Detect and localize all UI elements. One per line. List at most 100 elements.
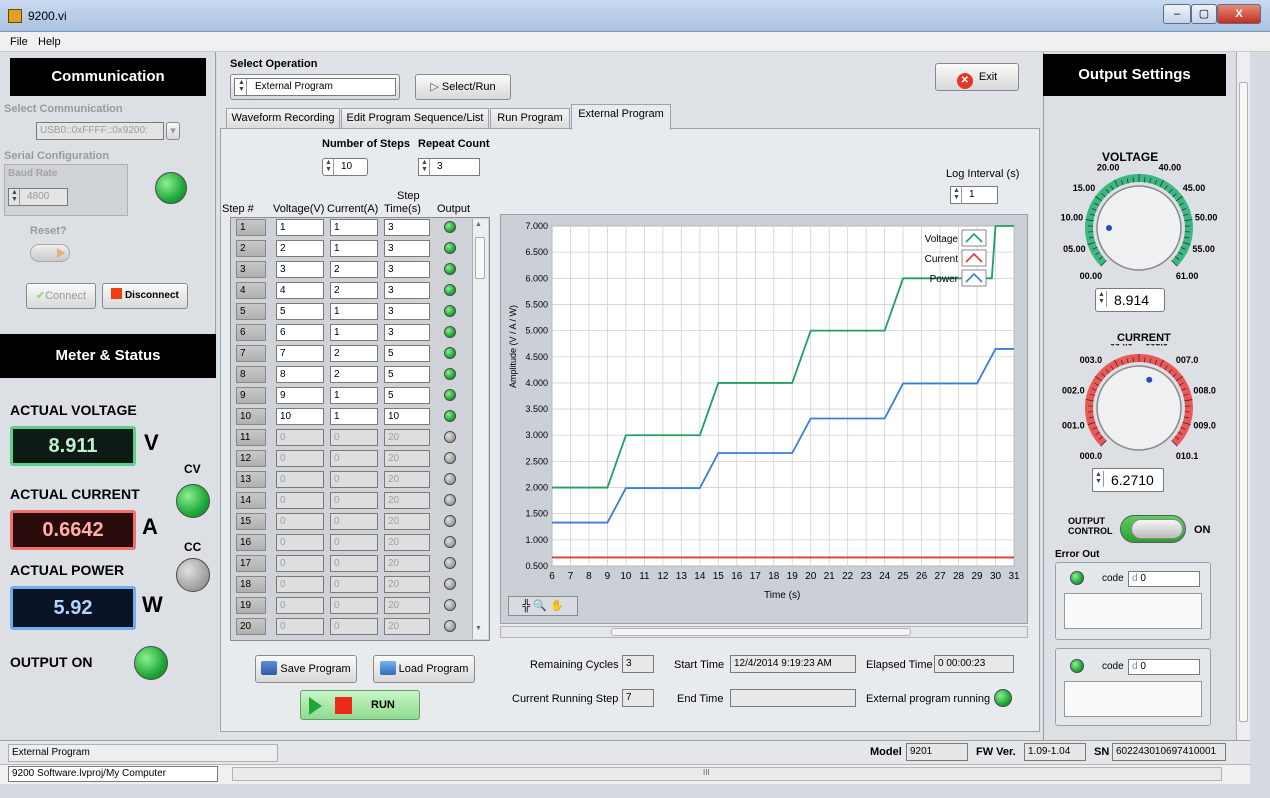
scroll-down-icon[interactable]: ▼ xyxy=(475,625,482,632)
step-time-cell[interactable]: 5 xyxy=(384,387,430,404)
voltage-cell[interactable]: 0 xyxy=(276,618,324,635)
output-led[interactable] xyxy=(444,305,456,317)
voltage-cell[interactable]: 8 xyxy=(276,366,324,383)
steps-spinner-icon[interactable]: ▲ ▼ xyxy=(324,159,334,175)
table-scroll-thumb[interactable] xyxy=(475,237,485,279)
voltage-cell[interactable]: 6 xyxy=(276,324,324,341)
output-led[interactable] xyxy=(444,578,456,590)
step-time-cell[interactable]: 20 xyxy=(384,576,430,593)
step-time-cell[interactable]: 20 xyxy=(384,534,430,551)
current-cell[interactable]: 1 xyxy=(330,303,378,320)
voltage-cell[interactable]: 0 xyxy=(276,555,324,572)
repeat-spinner-icon[interactable]: ▲ ▼ xyxy=(420,159,430,175)
pan-tool-icon[interactable]: ✋ xyxy=(550,600,564,612)
step-time-cell[interactable]: 3 xyxy=(384,240,430,257)
voltage-cell[interactable]: 0 xyxy=(276,576,324,593)
current-cell[interactable]: 2 xyxy=(330,345,378,362)
current-cell[interactable]: 1 xyxy=(330,324,378,341)
load-program-button[interactable]: Load Program xyxy=(373,655,475,683)
menu-help[interactable]: Help xyxy=(38,36,61,48)
minimize-button[interactable]: – xyxy=(1163,4,1191,24)
step-time-cell[interactable]: 20 xyxy=(384,450,430,467)
voltage-cell[interactable]: 7 xyxy=(276,345,324,362)
output-led[interactable] xyxy=(444,221,456,233)
operation-select[interactable]: External Program ▲ ▼ xyxy=(230,74,400,100)
window-vscroll-thumb[interactable] xyxy=(1239,82,1248,722)
step-time-cell[interactable]: 20 xyxy=(384,492,430,509)
current-cell[interactable]: 2 xyxy=(330,282,378,299)
output-led[interactable] xyxy=(444,494,456,506)
project-hscrollbar[interactable]: III xyxy=(232,767,1222,781)
step-time-cell[interactable]: 20 xyxy=(384,429,430,446)
voltage-cell[interactable]: 10 xyxy=(276,408,324,425)
step-time-cell[interactable]: 20 xyxy=(384,513,430,530)
output-led[interactable] xyxy=(444,326,456,338)
current-cell[interactable]: 0 xyxy=(330,597,378,614)
window-vscrollbar[interactable] xyxy=(1236,52,1250,740)
graph-palette[interactable]: ╬ 🔍 ✋ xyxy=(508,596,578,616)
chart-hscrollbar[interactable] xyxy=(500,626,1028,638)
operation-spinner-icon[interactable]: ▲ ▼ xyxy=(237,79,247,95)
step-time-cell[interactable]: 20 xyxy=(384,618,430,635)
current-cell[interactable]: 2 xyxy=(330,366,378,383)
tab-edit-program-sequence[interactable]: Edit Program Sequence/List xyxy=(341,108,489,128)
voltage-knob[interactable]: 00.00 05.00 10.00 15.00 20.00 30.00 40.00 45.00… xyxy=(1054,164,1224,290)
voltage-cell[interactable]: 9 xyxy=(276,387,324,404)
step-time-cell[interactable]: 5 xyxy=(384,366,430,383)
voltage-spinner-icon[interactable]: ▲ ▼ xyxy=(1097,291,1107,307)
current-cell[interactable]: 0 xyxy=(330,450,378,467)
output-led[interactable] xyxy=(444,599,456,611)
current-cell[interactable]: 0 xyxy=(330,576,378,593)
step-time-cell[interactable]: 5 xyxy=(384,345,430,362)
zoom-tool-icon[interactable]: 🔍 xyxy=(533,600,547,612)
voltage-cell[interactable]: 3 xyxy=(276,261,324,278)
menu-file[interactable]: File xyxy=(10,36,28,48)
voltage-cell[interactable]: 0 xyxy=(276,429,324,446)
disconnect-button[interactable]: Disconnect xyxy=(102,283,188,309)
tab-waveform-recording[interactable]: Waveform Recording xyxy=(226,108,340,128)
step-time-cell[interactable]: 20 xyxy=(384,597,430,614)
step-time-cell[interactable]: 10 xyxy=(384,408,430,425)
exit-button[interactable]: ✕ Exit xyxy=(935,63,1019,91)
output-led[interactable] xyxy=(444,557,456,569)
step-time-cell[interactable]: 3 xyxy=(384,219,430,236)
chart-scroll-thumb[interactable] xyxy=(611,628,911,636)
current-cell[interactable]: 2 xyxy=(330,261,378,278)
tab-run-program[interactable]: Run Program xyxy=(490,108,570,128)
scroll-up-icon[interactable]: ▲ xyxy=(475,221,482,228)
cursor-tool-icon[interactable]: ╬ xyxy=(522,600,530,612)
output-led[interactable] xyxy=(444,473,456,485)
output-led[interactable] xyxy=(444,410,456,422)
current-spinner-icon[interactable]: ▲ ▼ xyxy=(1094,471,1104,487)
current-cell[interactable]: 0 xyxy=(330,555,378,572)
output-led[interactable] xyxy=(444,263,456,275)
current-cell[interactable]: 1 xyxy=(330,240,378,257)
step-time-cell[interactable]: 3 xyxy=(384,282,430,299)
communication-select[interactable]: USB0::0xFFFF::0x9200: xyxy=(36,122,164,140)
step-time-cell[interactable]: 3 xyxy=(384,261,430,278)
current-cell[interactable]: 0 xyxy=(330,618,378,635)
close-button[interactable]: X xyxy=(1217,4,1261,24)
current-cell[interactable]: 0 xyxy=(330,492,378,509)
reset-toggle[interactable] xyxy=(30,244,70,262)
voltage-cell[interactable]: 0 xyxy=(276,534,324,551)
current-cell[interactable]: 0 xyxy=(330,429,378,446)
current-cell[interactable]: 0 xyxy=(330,534,378,551)
output-led[interactable] xyxy=(444,284,456,296)
step-time-cell[interactable]: 3 xyxy=(384,303,430,320)
current-cell[interactable]: 1 xyxy=(330,408,378,425)
output-led[interactable] xyxy=(444,515,456,527)
voltage-cell[interactable]: 0 xyxy=(276,513,324,530)
output-led[interactable] xyxy=(444,536,456,548)
step-time-cell[interactable]: 20 xyxy=(384,471,430,488)
voltage-cell[interactable]: 0 xyxy=(276,471,324,488)
log-interval-spinner-icon[interactable]: ▲ ▼ xyxy=(952,187,962,203)
connect-button[interactable]: ✔Connect xyxy=(26,283,96,309)
output-led[interactable] xyxy=(444,452,456,464)
toggle-thumb[interactable] xyxy=(1131,519,1183,539)
maximize-button[interactable]: ▢ xyxy=(1191,4,1217,24)
step-time-cell[interactable]: 20 xyxy=(384,555,430,572)
step-time-cell[interactable]: 3 xyxy=(384,324,430,341)
voltage-cell[interactable]: 0 xyxy=(276,597,324,614)
output-led[interactable] xyxy=(444,620,456,632)
